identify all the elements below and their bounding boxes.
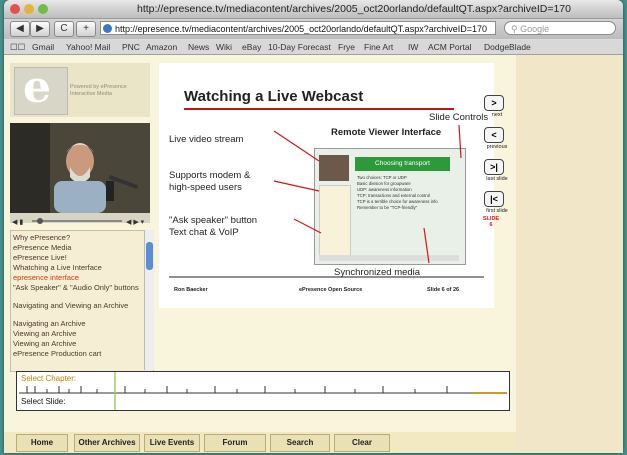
logo-letter: e bbox=[23, 62, 51, 113]
bookmark-forecast[interactable]: 10-Day Forecast bbox=[268, 42, 331, 52]
bookmark-gmail[interactable]: Gmail bbox=[32, 42, 54, 52]
site-icon bbox=[103, 24, 112, 33]
bookmark-amazon[interactable]: Amazon bbox=[146, 42, 177, 52]
search-placeholder: Google bbox=[520, 24, 550, 34]
bookmark-iw[interactable]: IW bbox=[408, 42, 418, 52]
mini-slide-heading: Choosing transport bbox=[355, 157, 450, 171]
chapter-item-active[interactable]: epresence interface bbox=[13, 274, 79, 282]
previous-label: previous bbox=[486, 144, 508, 150]
slide-title: Watching a Live Webcast bbox=[184, 88, 364, 105]
mini-chapters bbox=[319, 185, 351, 257]
mini-timeline bbox=[319, 255, 459, 261]
video-player[interactable] bbox=[10, 123, 150, 213]
address-bar[interactable]: http://epresence.tv/mediacontent/archive… bbox=[100, 21, 496, 35]
chapter-item[interactable]: Navigating an Archive bbox=[13, 320, 86, 328]
timeline-track[interactable] bbox=[17, 372, 509, 410]
bookmark-fine-art[interactable]: Fine Art bbox=[364, 42, 393, 52]
search-icon: ⚲ bbox=[511, 24, 521, 34]
video-scrubber[interactable]: ◀ ▮ ◀ ▶ ▾ bbox=[10, 216, 150, 226]
slide-footer-author: Ron Baecker bbox=[174, 287, 208, 293]
slide-footer-number: Slide 6 of 26 bbox=[427, 287, 460, 293]
slide-controls-label: Slide Controls bbox=[429, 112, 489, 123]
nav-live-events[interactable]: Live Events bbox=[144, 434, 200, 452]
mini-bullet: Remember to be "TCP-friendly" bbox=[357, 205, 418, 210]
video-controls[interactable]: ◀ ▮ ◀ ▶ ▾ bbox=[10, 213, 150, 226]
close-icon[interactable] bbox=[10, 4, 20, 14]
bookmark-ebay[interactable]: eBay bbox=[242, 42, 261, 52]
bookmarks-bar: ☐☐ Gmail Yahoo! Mail PNC Amazon News Wik… bbox=[4, 40, 623, 55]
nav-clear[interactable]: Clear bbox=[334, 434, 390, 452]
scroll-thumb[interactable] bbox=[146, 242, 153, 270]
bookmark-yahoo-mail[interactable]: Yahoo! Mail bbox=[66, 42, 110, 52]
svg-text:◀ ▶ ▾: ◀ ▶ ▾ bbox=[126, 219, 145, 226]
page-content: e Powered by ePresence Interactive Media… bbox=[4, 55, 516, 453]
chapter-item[interactable]: "Ask Speaker" & "Audio Only" buttons bbox=[13, 284, 143, 292]
last-slide-label: last slide bbox=[486, 176, 508, 182]
add-bookmark-button[interactable]: + bbox=[76, 21, 96, 37]
slide-footer-center: ePresence Open Source bbox=[299, 287, 363, 293]
chapter-item[interactable]: Navigating and Viewing an Archive bbox=[13, 302, 143, 310]
bookmark-dodgeblade[interactable]: DodgeBlade bbox=[484, 42, 531, 52]
chapter-item[interactable]: Whatching a Live Interface bbox=[13, 264, 102, 272]
window-title: http://epresence.tv/mediacontent/archive… bbox=[137, 3, 571, 15]
nav-forum[interactable]: Forum bbox=[204, 434, 266, 452]
remote-viewer-label: Remote Viewer Interface bbox=[331, 127, 442, 138]
back-button[interactable]: ◀ bbox=[10, 21, 30, 37]
bookmark-news[interactable]: News bbox=[188, 42, 209, 52]
mini-slide-bullets: Two choices: TCP or UDP Basic division f… bbox=[357, 175, 438, 211]
synchronized-label: Synchronized media bbox=[334, 267, 421, 278]
epresence-logo: e bbox=[14, 62, 68, 115]
logo-area: e Powered by ePresence Interactive Media bbox=[10, 62, 150, 117]
slide-navigation: > next < previous >| last slide |< first… bbox=[482, 95, 524, 245]
chapter-item[interactable]: ePresence Media bbox=[13, 244, 71, 252]
modem-label: Supports modem & high-speed users bbox=[169, 170, 251, 193]
bookmark-wiki[interactable]: Wiki bbox=[216, 42, 232, 52]
chapter-item[interactable]: ePresence Live! bbox=[13, 254, 67, 262]
chapter-item[interactable]: ePresence Production cart bbox=[13, 350, 101, 358]
first-slide-button[interactable]: |< bbox=[484, 191, 504, 207]
browser-window: http://epresence.tv/mediacontent/archive… bbox=[4, 0, 623, 453]
bookmark-acm-portal[interactable]: ACM Portal bbox=[428, 42, 471, 52]
url-text: http://epresence.tv/mediacontent/archive… bbox=[115, 24, 487, 34]
slide-title-underline bbox=[184, 108, 454, 110]
chapter-item[interactable]: Viewing an Archive bbox=[13, 340, 76, 348]
svg-text:◀ ▮: ◀ ▮ bbox=[12, 219, 23, 226]
chapter-scrollbar[interactable] bbox=[144, 230, 154, 370]
first-slide-label: first slide bbox=[486, 208, 508, 214]
nav-search[interactable]: Search bbox=[270, 434, 330, 452]
chapter-item[interactable]: Viewing an Archive bbox=[13, 330, 76, 338]
chapter-item[interactable]: Why ePresence? bbox=[13, 234, 70, 242]
search-field[interactable]: ⚲ Google bbox=[504, 21, 616, 35]
browser-toolbar: ◀ ▶ C + http://epresence.tv/mediacontent… bbox=[4, 19, 623, 39]
slide-view: Watching a Live Webcast Slide Controls R… bbox=[159, 63, 494, 308]
ask-speaker-label: "Ask speaker" button Text chat & VoIP bbox=[169, 215, 258, 238]
title-bar: http://epresence.tv/mediacontent/archive… bbox=[4, 0, 623, 19]
next-slide-button[interactable]: > bbox=[484, 95, 504, 111]
bookmarks-book-icon[interactable]: ☐☐ bbox=[10, 42, 25, 53]
next-label: next bbox=[491, 112, 503, 118]
viewer-screenshot: Choosing transport Two choices: TCP or U… bbox=[314, 148, 466, 265]
forward-button[interactable]: ▶ bbox=[30, 21, 50, 37]
zoom-icon[interactable] bbox=[38, 4, 48, 14]
current-slide-indicator: SLIDE 6 bbox=[482, 216, 500, 228]
reload-button[interactable]: C bbox=[54, 21, 74, 37]
nav-home[interactable]: Home bbox=[16, 434, 68, 452]
page-margin bbox=[516, 55, 623, 453]
bookmark-frye[interactable]: Frye bbox=[338, 42, 355, 52]
last-slide-button[interactable]: >| bbox=[484, 159, 504, 175]
timeline[interactable]: Select Chapter: Select Slide: bbox=[16, 371, 510, 411]
live-video-label: Live video stream bbox=[169, 134, 244, 145]
nav-other-archives[interactable]: Other Archives bbox=[74, 434, 140, 452]
previous-slide-button[interactable]: < bbox=[484, 127, 504, 143]
minimize-icon[interactable] bbox=[24, 4, 34, 14]
bottom-nav: Home Other Archives Live Events Forum Se… bbox=[4, 432, 516, 453]
logo-tagline: Powered by ePresence Interactive Media bbox=[70, 84, 127, 97]
bookmark-pnc[interactable]: PNC bbox=[122, 42, 140, 52]
mini-video bbox=[319, 155, 349, 181]
speaker-video-frame bbox=[10, 123, 150, 213]
chapter-list: Why ePresence? ePresence Media ePresence… bbox=[10, 230, 154, 372]
